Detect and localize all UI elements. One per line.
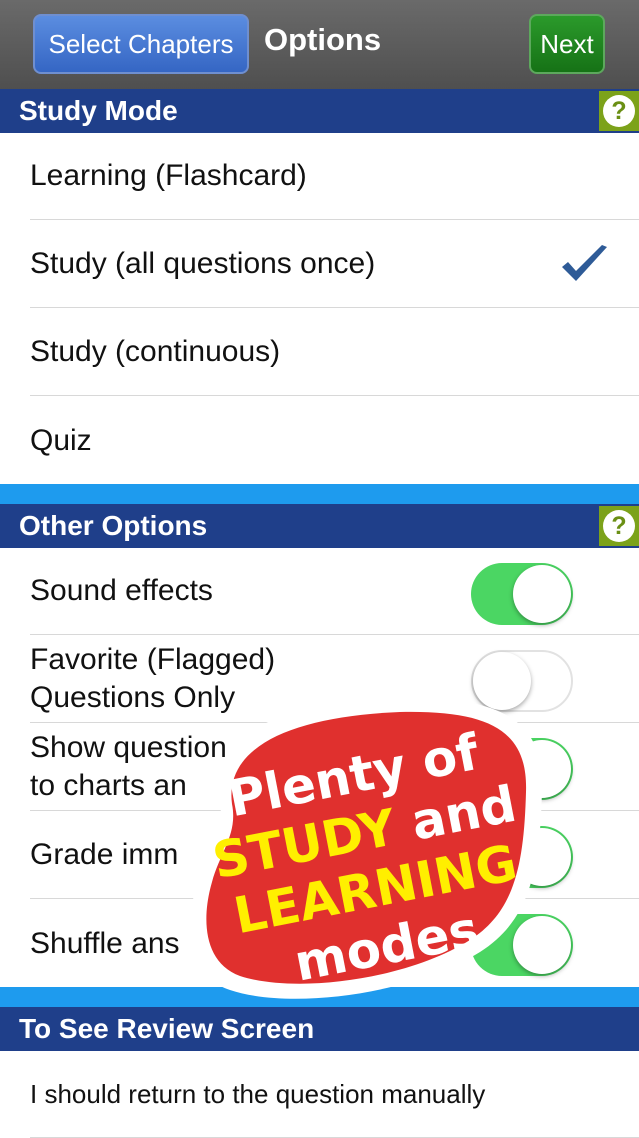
help-icon: ?	[603, 95, 635, 127]
help-button[interactable]: ?	[599, 91, 639, 131]
option-label: Shuffle ans	[30, 926, 180, 960]
study-mode-option-quiz[interactable]: Quiz	[30, 397, 639, 484]
help-icon: ?	[603, 510, 635, 542]
help-button[interactable]: ?	[599, 506, 639, 546]
option-label: Quiz	[30, 423, 92, 457]
study-mode-option-study-once[interactable]: Study (all questions once)	[30, 221, 639, 308]
option-label: Study (continuous)	[30, 335, 281, 368]
section-header-other-options: Other Options ?	[0, 504, 639, 548]
sound-effects-toggle[interactable]	[471, 563, 573, 625]
section-title: To See Review Screen	[19, 1013, 315, 1044]
option-label: Grade imm	[30, 838, 179, 871]
section-title: Other Options	[19, 510, 208, 541]
page-title: Options	[264, 22, 382, 57]
study-mode-option-learning[interactable]: Learning (Flashcard)	[30, 133, 639, 220]
section-separator	[0, 484, 639, 504]
select-chapters-button[interactable]: Select Chapters	[33, 14, 249, 74]
option-label: Study (all questions once)	[30, 247, 376, 280]
section-header-review-screen: To See Review Screen	[0, 1007, 639, 1051]
checkmark-icon	[562, 245, 607, 281]
section-header-study-mode: Study Mode ?	[0, 89, 639, 133]
option-label-line: Favorite (Flagged)	[30, 643, 276, 676]
option-label-line: to charts an	[30, 769, 187, 802]
next-button[interactable]: Next	[529, 14, 605, 74]
option-label: Learning (Flashcard)	[30, 159, 307, 192]
study-mode-option-study-continuous[interactable]: Study (continuous)	[30, 309, 639, 396]
section-title: Study Mode	[19, 95, 178, 126]
option-label: I should return to the question manually	[30, 1078, 486, 1109]
option-label: Sound effects	[30, 574, 213, 607]
toggle-knob	[513, 565, 571, 623]
review-option-return-manually[interactable]: I should return to the question manually	[30, 1051, 639, 1138]
navigation-bar: Select Chapters Options Next	[0, 0, 639, 90]
